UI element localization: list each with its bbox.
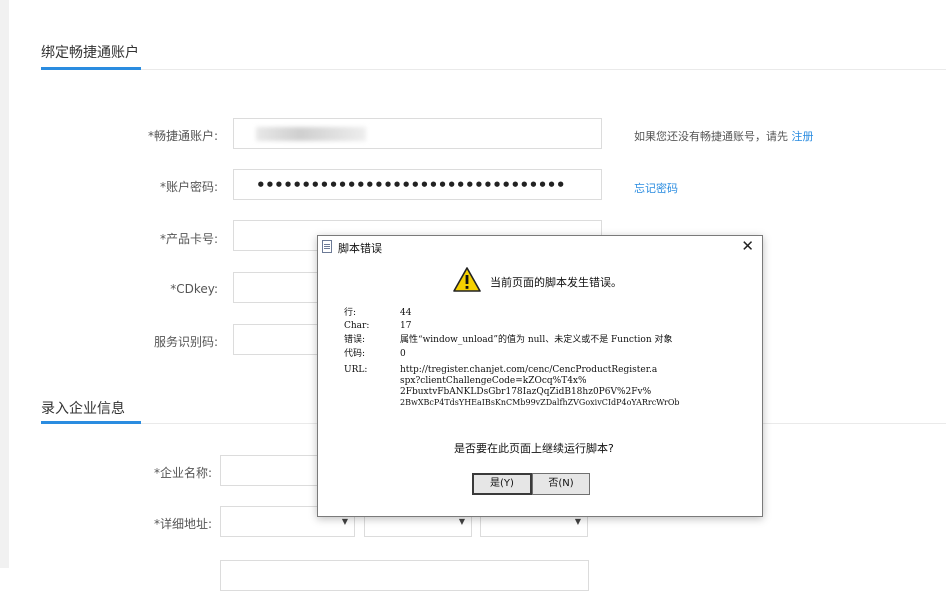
password-value: •••••••••••••••••••••••••••••••••• — [256, 176, 565, 194]
account-input[interactable] — [233, 118, 602, 149]
account-label: *畅捷通账户: — [147, 129, 218, 143]
section-accent-bar — [41, 421, 141, 424]
dropdown-arrow-icon: ▼ — [341, 517, 348, 526]
yes-button[interactable]: 是(Y) — [472, 473, 532, 495]
dialog-title: 脚本错误 — [338, 242, 382, 255]
section-title-bind-account: 绑定畅捷通账户 — [41, 45, 139, 61]
blurred-account-value — [256, 127, 366, 141]
dropdown-arrow-icon: ▼ — [458, 517, 465, 526]
street-address-input[interactable] — [220, 560, 589, 591]
error-url-continuation: 2BwXBcP4TdsYHEaIBsKnCMb99vZDalfhZVGoxivC… — [400, 398, 680, 407]
forgot-password-link[interactable]: 忘记密码 — [634, 180, 678, 196]
dropdown-arrow-icon: ▼ — [574, 517, 581, 526]
no-button[interactable]: 否(N) — [532, 473, 590, 495]
error-url-continuation: 2FbuxtvFbANKLDsGbr178IazQqZidB18hz0P6V%2… — [400, 387, 652, 397]
product-card-label: *产品卡号: — [159, 232, 218, 246]
close-icon[interactable]: ✕ — [741, 237, 754, 255]
password-input[interactable]: •••••••••••••••••••••••••••••••••• — [233, 169, 602, 200]
section-accent-bar — [41, 67, 141, 70]
dialog-question: 是否要在此页面上继续运行脚本? — [454, 442, 614, 455]
dialog-headline: 当前页面的脚本发生错误。 — [490, 276, 622, 289]
error-url-continuation: spx?clientChallengeCode=kZOcq%T4x% — [400, 376, 587, 386]
section-title-company-info: 录入企业信息 — [41, 401, 125, 417]
script-error-dialog: 脚本错误 ✕ 当前页面的脚本发生错误。 行: 44 Char: 17 错误: 属性“w… — [317, 235, 763, 517]
document-icon — [322, 240, 332, 253]
company-name-label: *企业名称: — [153, 466, 212, 480]
section-divider — [41, 69, 946, 70]
register-link[interactable]: 注册 — [792, 130, 814, 143]
cdkey-label: *CDkey: — [170, 282, 218, 296]
warning-icon — [453, 267, 481, 292]
dialog-titlebar: 脚本错误 ✕ — [318, 236, 762, 258]
register-hint: 如果您还没有畅捷通账号，请先 注册 — [634, 130, 814, 143]
service-code-label: 服务识别码: — [153, 335, 218, 349]
left-gutter — [0, 0, 9, 568]
password-label: *账户密码: — [159, 180, 218, 194]
address-label: *详细地址: — [153, 517, 212, 531]
